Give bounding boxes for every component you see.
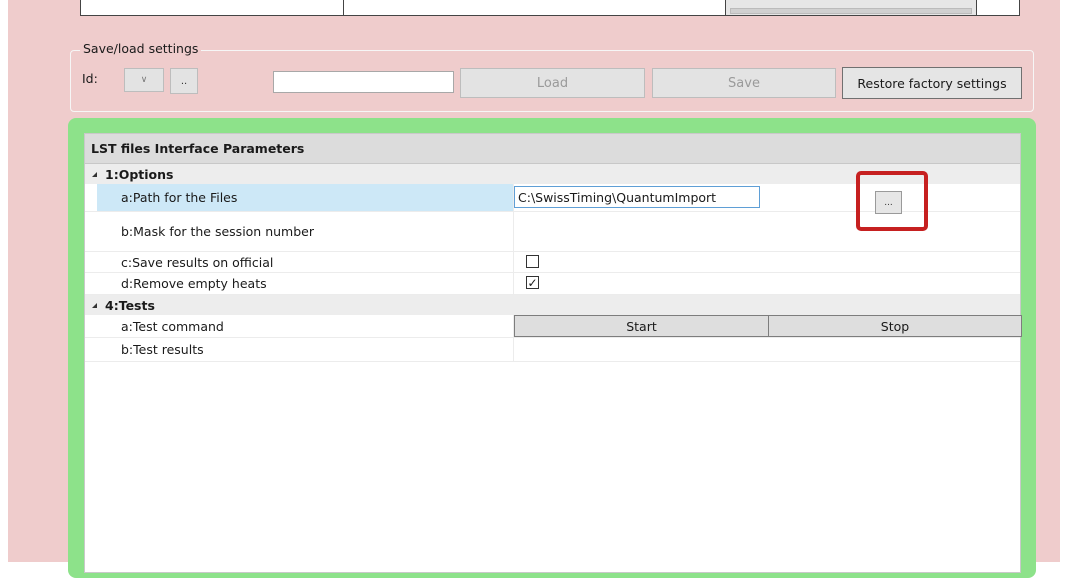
app-window: Save/load settings Id: ∨ .. Load Save Re… [0, 0, 1084, 578]
property-value: C:\SwissTiming\QuantumImport [513, 184, 1020, 211]
column-divider [343, 0, 344, 16]
id-dropdown[interactable]: ∨ [124, 68, 164, 92]
save-official-checkbox[interactable] [526, 255, 539, 268]
category-label: 1:Options [105, 166, 174, 182]
property-grid-header: LST files Interface Parameters [85, 134, 1020, 164]
property-name: c:Save results on official [121, 254, 274, 270]
property-row-save-official[interactable]: c:Save results on official [85, 252, 1020, 273]
previous-panel-edge [80, 0, 1020, 16]
test-results-value [513, 338, 1020, 361]
property-value [513, 252, 1020, 272]
property-row-test-command[interactable]: a:Test command Start Stop [85, 315, 1022, 338]
property-row-remove-empty-heats[interactable]: d:Remove empty heats ✓ [85, 273, 1020, 295]
property-value: Start Stop [513, 315, 1022, 337]
settings-name-input[interactable] [273, 71, 454, 93]
restore-factory-settings-button[interactable]: Restore factory settings [842, 67, 1022, 99]
property-value: ✓ [513, 273, 1020, 294]
chevron-down-icon: ∨ [140, 75, 148, 85]
check-icon: ✓ [527, 275, 538, 290]
id-label: Id: [82, 71, 98, 86]
load-button[interactable]: Load [460, 68, 645, 98]
path-input[interactable]: C:\SwissTiming\QuantumImport [514, 186, 760, 208]
category-label: 4:Tests [105, 297, 155, 313]
start-button[interactable]: Start [514, 315, 769, 337]
mask-value[interactable] [513, 212, 1020, 251]
property-name: a:Path for the Files [97, 184, 513, 211]
remove-empty-heats-checkbox[interactable]: ✓ [526, 276, 539, 289]
property-name: d:Remove empty heats [121, 276, 267, 291]
save-load-group-title: Save/load settings [80, 41, 202, 56]
category-tests[interactable]: 4:Tests [85, 295, 1020, 315]
property-name: b:Test results [121, 342, 204, 357]
scroll-track[interactable] [725, 0, 977, 15]
save-button[interactable]: Save [652, 68, 836, 98]
scroll-thumb[interactable] [730, 8, 972, 14]
property-row-test-results[interactable]: b:Test results [85, 338, 1020, 362]
property-name: a:Test command [121, 318, 224, 334]
collapse-triangle-icon[interactable] [92, 302, 97, 308]
collapse-triangle-icon[interactable] [92, 171, 97, 177]
id-browse-button[interactable]: .. [170, 68, 198, 94]
browse-path-button[interactable]: ... [875, 191, 902, 214]
property-name: b:Mask for the session number [121, 224, 314, 239]
stop-button[interactable]: Stop [768, 315, 1022, 337]
